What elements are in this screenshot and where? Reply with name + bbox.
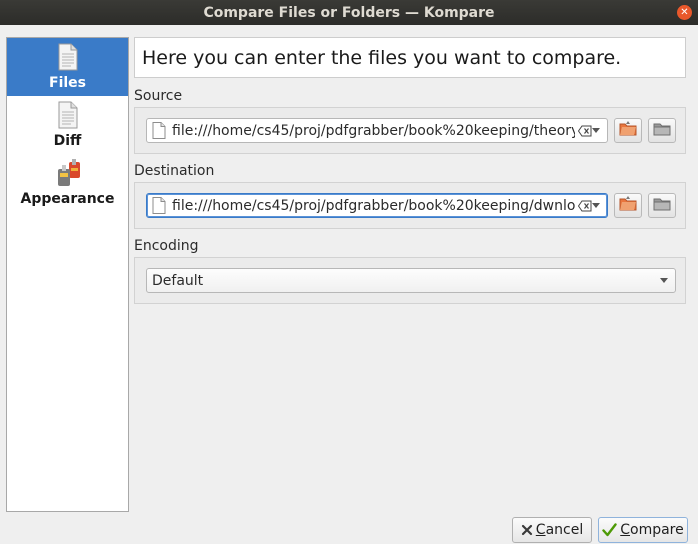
open-file-button[interactable] (614, 118, 642, 143)
folder-icon (653, 197, 671, 215)
dialog-body: Files Diff Appearance Here you can enter… (0, 25, 698, 544)
appearance-icon (53, 158, 83, 188)
browse-folder-button[interactable] (648, 193, 676, 218)
chevron-down-icon[interactable] (585, 194, 607, 217)
destination-group: file:///home/cs45/proj/pdfgrabber/book%2… (134, 182, 686, 229)
compare-button[interactable]: Compare (598, 517, 688, 543)
chevron-down-icon[interactable] (653, 269, 675, 292)
sidebar-item-label: Files (49, 75, 86, 91)
sidebar-item-label: Diff (53, 133, 82, 149)
document-icon (57, 42, 79, 72)
encoding-label: Encoding (134, 238, 199, 254)
window-title: Compare Files or Folders — Kompare (203, 4, 495, 21)
folder-icon (653, 122, 671, 140)
document-icon (57, 100, 79, 130)
open-file-button[interactable] (614, 193, 642, 218)
browse-folder-button[interactable] (648, 118, 676, 143)
chevron-down-icon[interactable] (585, 119, 607, 142)
source-url-text[interactable]: file:///home/cs45/proj/pdfgrabber/book%2… (172, 123, 575, 139)
destination-label: Destination (134, 163, 215, 179)
open-folder-icon (619, 196, 637, 215)
source-label: Source (134, 88, 183, 104)
close-window-button[interactable]: ✕ (677, 5, 692, 20)
cancel-label: Cancel (535, 522, 584, 538)
encoding-select[interactable]: Default (146, 268, 676, 293)
instruction-banner: Here you can enter the files you want to… (134, 37, 686, 78)
sidebar-item-files[interactable]: Files (7, 38, 128, 96)
encoding-value: Default (152, 272, 204, 289)
encoding-group: Default (134, 257, 686, 304)
compare-label: Compare (620, 522, 684, 538)
open-folder-icon (619, 121, 637, 140)
file-icon (152, 122, 166, 139)
title-bar: Compare Files or Folders — Kompare ✕ (0, 0, 698, 25)
sidebar-item-appearance[interactable]: Appearance (7, 154, 128, 212)
cancel-button[interactable]: Cancel (512, 517, 592, 543)
destination-url-text[interactable]: file:///home/cs45/proj/pdfgrabber/book%2… (172, 198, 575, 214)
sidebar-item-label: Appearance (20, 191, 115, 207)
sidebar: Files Diff Appearance (6, 37, 129, 512)
destination-url-combo[interactable]: file:///home/cs45/proj/pdfgrabber/book%2… (146, 193, 608, 218)
close-icon (521, 524, 533, 536)
sidebar-item-diff[interactable]: Diff (7, 96, 128, 154)
checkmark-icon (602, 523, 617, 537)
source-url-combo[interactable]: file:///home/cs45/proj/pdfgrabber/book%2… (146, 118, 608, 143)
source-group: file:///home/cs45/proj/pdfgrabber/book%2… (134, 107, 686, 154)
file-icon (152, 197, 166, 214)
